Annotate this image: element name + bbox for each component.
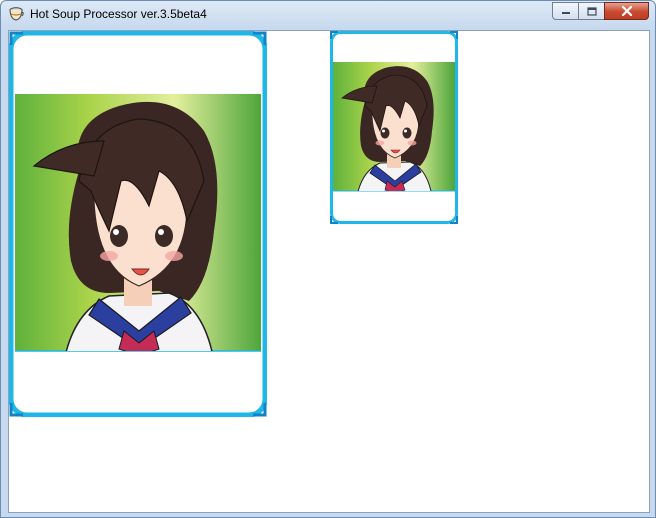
maximize-icon bbox=[586, 6, 597, 16]
character-card-small bbox=[330, 31, 458, 224]
caption-buttons bbox=[552, 2, 649, 20]
close-button[interactable] bbox=[604, 2, 649, 20]
title-bar[interactable]: Hot Soup Processor ver.3.5beta4 bbox=[1, 1, 655, 27]
character-card-large bbox=[9, 31, 267, 417]
minimize-button[interactable] bbox=[552, 2, 578, 20]
maximize-button[interactable] bbox=[578, 2, 604, 20]
hsp-cup-icon[interactable] bbox=[8, 6, 24, 22]
window-title: Hot Soup Processor ver.3.5beta4 bbox=[30, 7, 207, 21]
close-icon bbox=[621, 6, 632, 16]
app-window: Hot Soup Processor ver.3.5beta4 bbox=[0, 0, 656, 518]
minimize-icon bbox=[561, 12, 570, 14]
client-area[interactable] bbox=[8, 30, 650, 513]
